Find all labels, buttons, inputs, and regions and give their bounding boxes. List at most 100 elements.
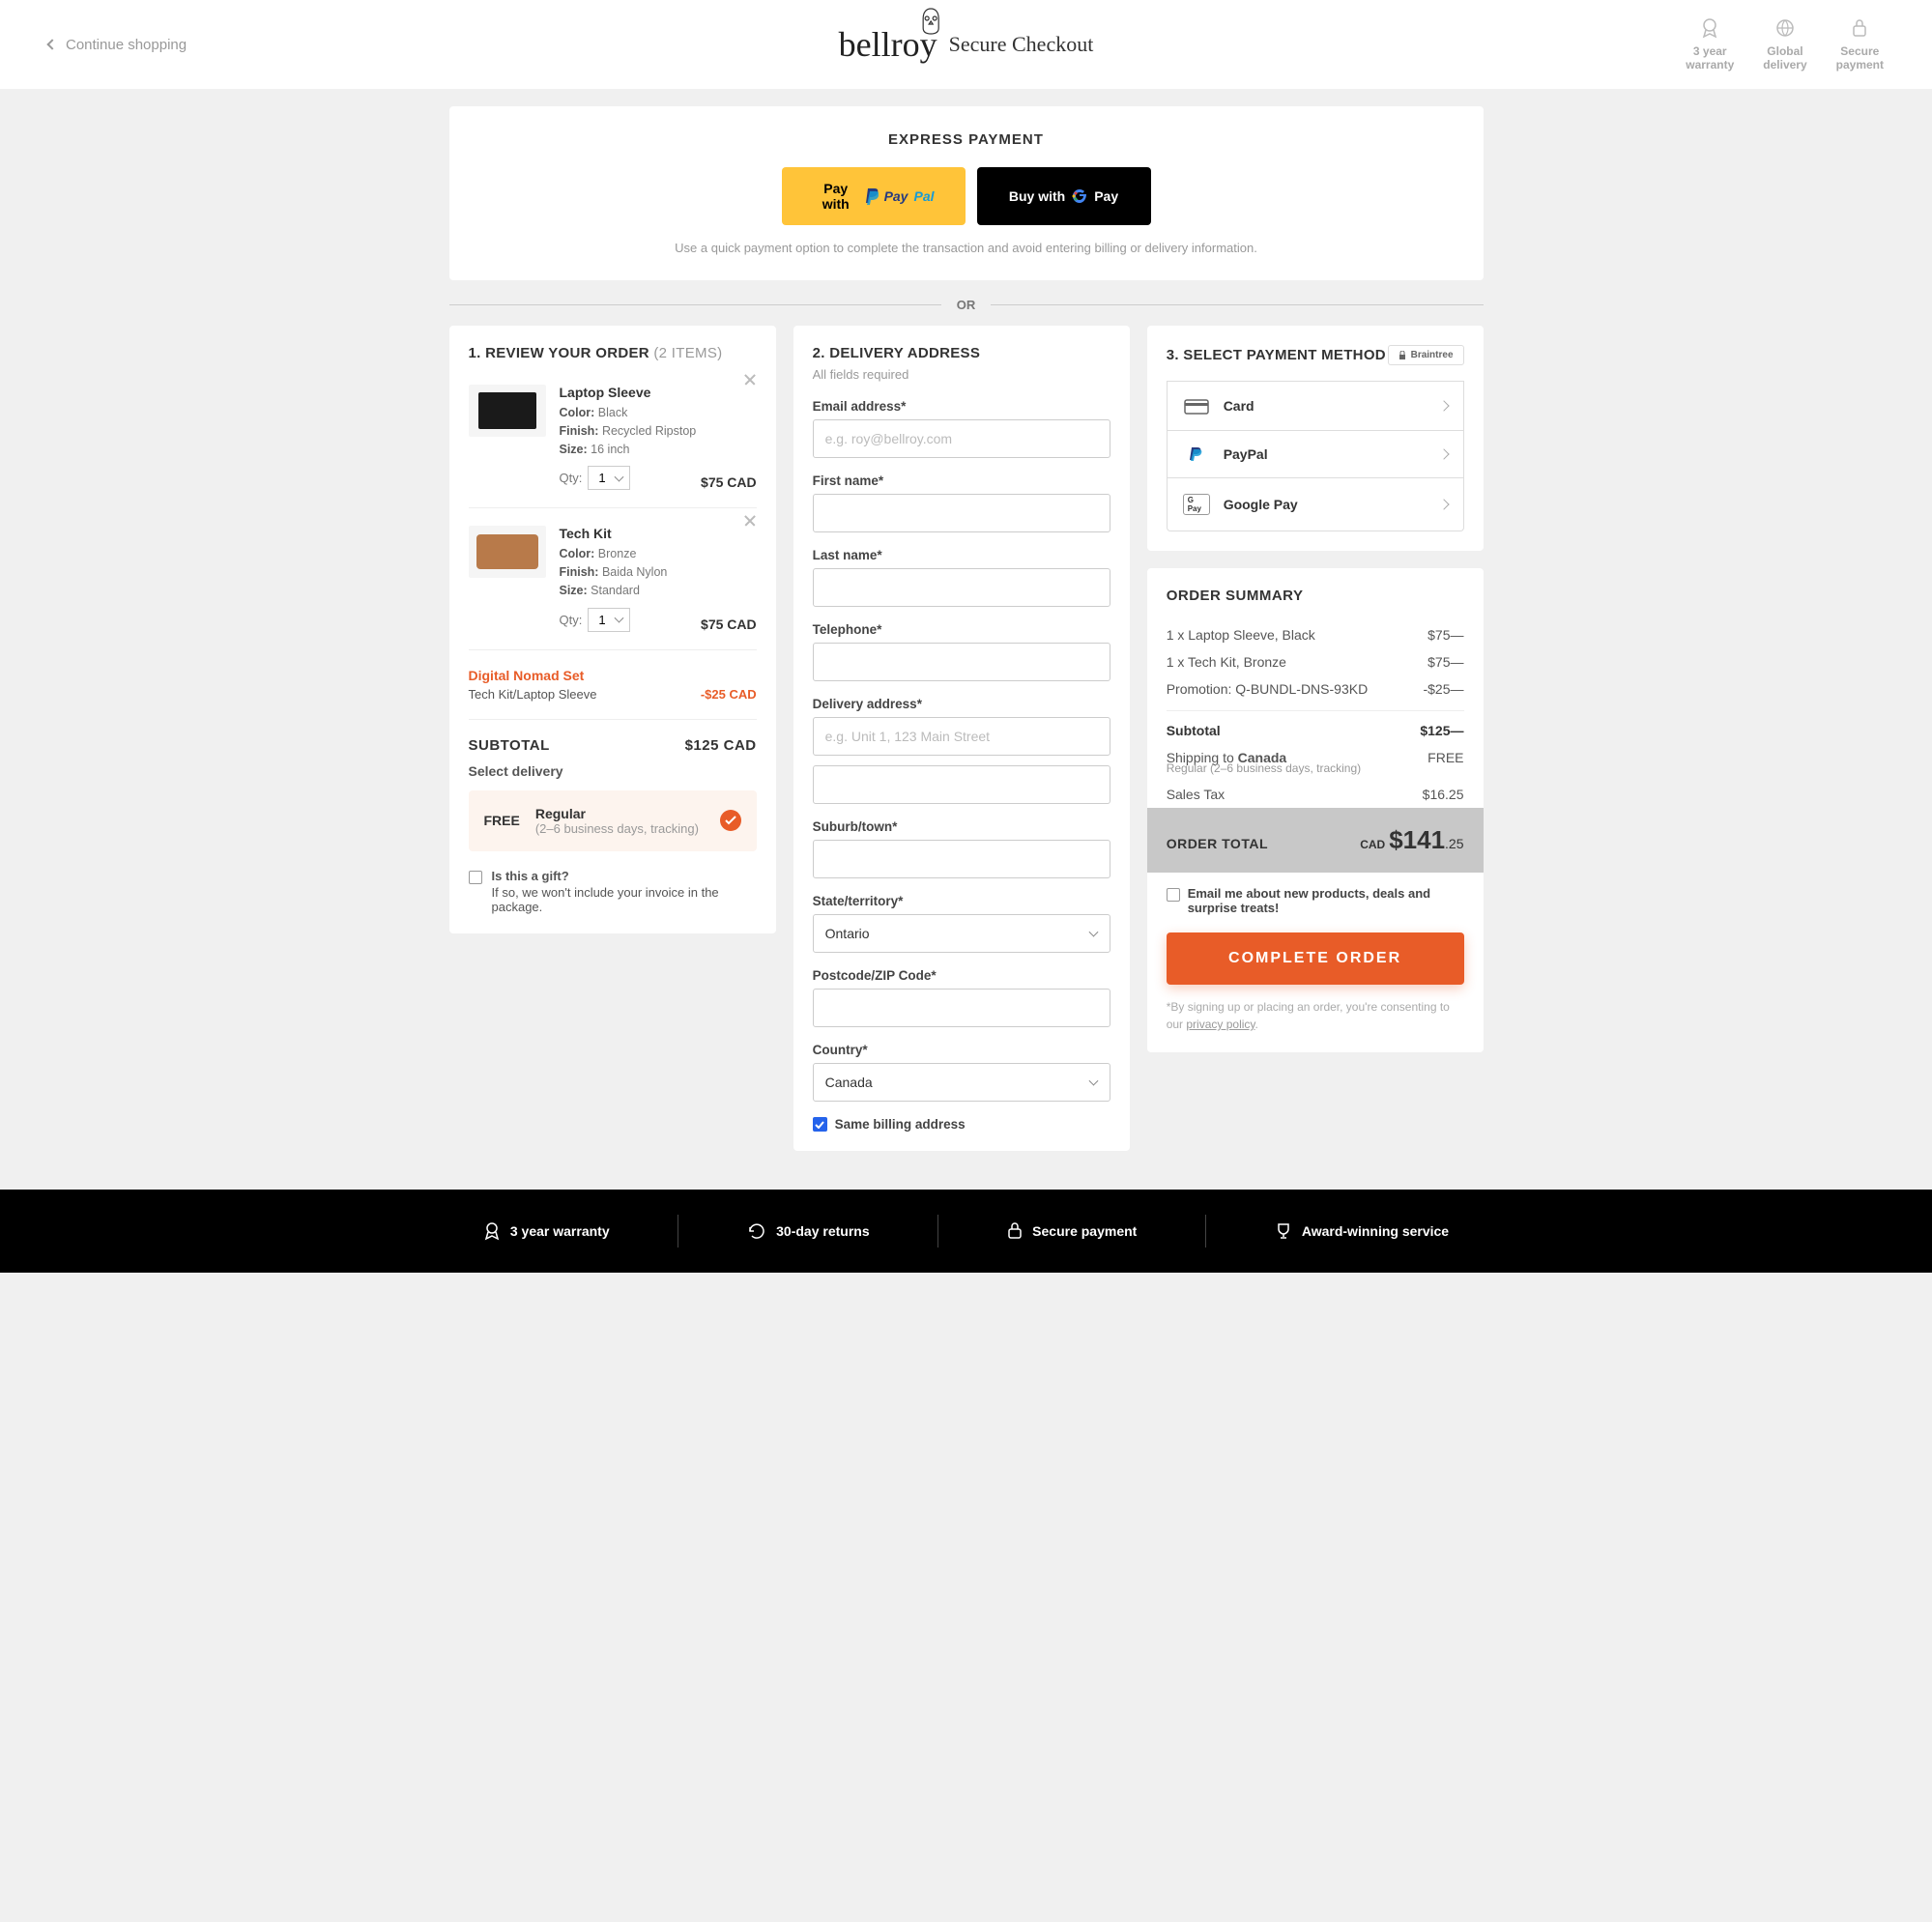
trust-badges: 3 yearwarranty Globaldelivery Securepaym… [1686,17,1884,72]
lock-icon [1849,17,1870,39]
close-icon [743,373,757,387]
email-label: Email address* [813,399,1110,414]
promo-amount: -$25 CAD [701,687,757,702]
address1-field[interactable] [813,717,1110,756]
email-field[interactable] [813,419,1110,458]
postcode-label: Postcode/ZIP Code* [813,968,1110,983]
item-price: $75 CAD [701,617,757,632]
continue-shopping-label: Continue shopping [66,37,187,53]
delivery-address-panel: 2. DELIVERY ADDRESS All fields required … [793,326,1130,1151]
summary-line: 1 x Laptop Sleeve, Black$75— [1167,621,1464,648]
review-order-panel: 1. REVIEW YOUR ORDER (2 ITEMS) Laptop Sl… [449,326,776,933]
qty-select[interactable]: 1 [588,608,630,632]
promo-block: Digital Nomad Set Tech Kit/Laptop Sleeve… [469,650,757,720]
delivery-title: 2. DELIVERY ADDRESS [813,345,1110,361]
phone-field[interactable] [813,643,1110,681]
state-select[interactable]: Ontario [813,914,1110,953]
summary-title: ORDER SUMMARY [1167,588,1464,604]
express-hint: Use a quick payment option to complete t… [475,241,1458,255]
privacy-policy-link[interactable]: privacy policy [1186,1018,1254,1031]
card-icon [1183,397,1210,415]
footer-warranty: 3 year warranty [483,1221,610,1241]
footer-award: Award-winning service [1275,1222,1449,1240]
express-title: EXPRESS PAYMENT [475,131,1458,148]
address2-field[interactable] [813,765,1110,804]
gift-question: Is this a gift? [492,869,757,883]
chevron-right-icon [1438,400,1449,411]
address-label: Delivery address* [813,697,1110,711]
lastname-label: Last name* [813,548,1110,562]
paypal-icon [865,187,879,205]
owl-icon [920,7,943,36]
refresh-icon [747,1221,766,1241]
payment-option-card[interactable]: Card [1167,381,1464,431]
logo-area: bellroy Secure Checkout [839,24,1094,65]
ribbon-icon [1699,17,1720,39]
google-icon [1071,187,1088,205]
trust-badge-secure: Securepayment [1836,17,1884,72]
payment-option-gpay[interactable]: G Pay Google Pay [1167,478,1464,531]
summary-tax: Sales Tax$16.25 [1167,781,1464,808]
item-price: $75 CAD [701,474,757,490]
select-delivery-label: Select delivery [469,763,757,779]
trust-badge-warranty: 3 yearwarranty [1686,17,1734,72]
shipping-sub: Regular (2–6 business days, tracking) [1167,761,1464,775]
email-opt-checkbox[interactable] [1167,888,1180,902]
suburb-label: Suburb/town* [813,819,1110,834]
promo-name: Digital Nomad Set [469,668,757,683]
country-select[interactable]: Canada [813,1063,1110,1102]
phone-label: Telephone* [813,622,1110,637]
brand-logo: bellroy [839,24,937,65]
express-payment-panel: EXPRESS PAYMENT Pay with PayPal Buy with… [449,106,1484,280]
item-name: Laptop Sleeve [560,385,757,400]
payment-title: 3. SELECT PAYMENT METHOD [1167,347,1386,363]
page-header: Continue shopping bellroy Secure Checkou… [0,0,1932,89]
suburb-field[interactable] [813,840,1110,878]
cart-item: Laptop Sleeve Color: Black Finish: Recyc… [469,367,757,508]
trust-badge-delivery: Globaldelivery [1763,17,1806,72]
paypal-button[interactable]: Pay with PayPal [782,167,966,225]
cart-item: Tech Kit Color: Bronze Finish: Baida Nyl… [469,508,757,649]
radio-selected-icon [720,810,741,831]
all-required-note: All fields required [813,367,1110,382]
lock-icon [1007,1222,1023,1240]
ribbon-icon [483,1221,501,1241]
remove-item-button[interactable] [743,373,757,387]
firstname-label: First name* [813,473,1110,488]
subtotal-row: SUBTOTAL $125 CAD [469,720,757,763]
country-label: Country* [813,1043,1110,1057]
item-name: Tech Kit [560,526,757,541]
order-summary-panel: ORDER SUMMARY 1 x Laptop Sleeve, Black$7… [1147,568,1484,1052]
gpay-icon: G Pay [1183,494,1210,515]
consent-text: *By signing up or placing an order, you'… [1167,998,1464,1033]
chevron-left-icon [46,39,57,49]
chevron-right-icon [1438,499,1449,509]
postcode-field[interactable] [813,989,1110,1027]
product-image [469,526,546,578]
summary-line: 1 x Tech Kit, Bronze$75— [1167,648,1464,675]
qty-select[interactable]: 1 [588,466,630,490]
summary-subtotal: Subtotal$125— [1167,710,1464,744]
close-icon [743,514,757,528]
firstname-field[interactable] [813,494,1110,532]
footer-returns: 30-day returns [747,1221,869,1241]
secure-checkout-label: Secure Checkout [949,32,1094,57]
braintree-badge: Braintree [1388,345,1464,365]
review-title: 1. REVIEW YOUR ORDER (2 ITEMS) [469,345,757,361]
gpay-button[interactable]: Buy with Pay [977,167,1151,225]
promo-desc: Tech Kit/Laptop Sleeve [469,687,597,702]
complete-order-button[interactable]: COMPLETE ORDER [1167,932,1464,985]
remove-item-button[interactable] [743,514,757,528]
same-billing-row[interactable]: Same billing address [813,1117,1110,1132]
footer-secure: Secure payment [1007,1222,1137,1240]
continue-shopping-link[interactable]: Continue shopping [48,37,187,53]
delivery-option-regular[interactable]: FREE Regular (2–6 business days, trackin… [469,790,757,851]
product-image [469,385,546,437]
gift-note: If so, we won't include your invoice in … [492,885,719,914]
lastname-field[interactable] [813,568,1110,607]
or-divider: OR [449,298,1484,312]
gift-checkbox[interactable] [469,871,482,884]
globe-icon [1774,17,1796,39]
email-opt-in: Email me about new products, deals and s… [1167,886,1464,915]
payment-option-paypal[interactable]: PayPal [1167,431,1464,478]
